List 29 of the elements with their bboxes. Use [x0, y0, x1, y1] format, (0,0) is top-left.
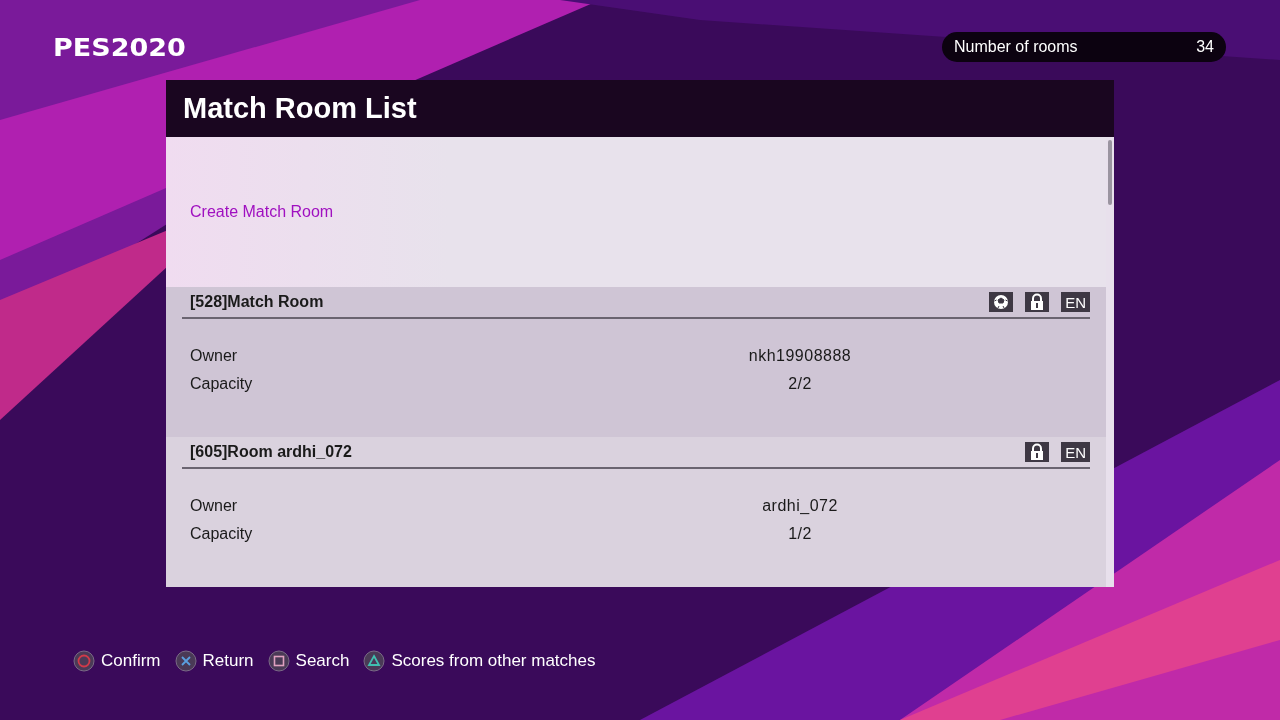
button-hint-label: Confirm	[101, 651, 161, 671]
language-badge: EN	[1061, 292, 1090, 312]
cross-button-icon	[174, 650, 197, 672]
square-button-icon	[267, 650, 290, 672]
room-entry[interactable]: [528]Match Room EN Owner nkh19908888 Capacity 2/2	[166, 287, 1106, 437]
field-value: nkh19908888	[747, 347, 853, 365]
lock-icon	[1025, 442, 1050, 462]
field-label: Owner	[190, 347, 239, 365]
circle-button-icon	[73, 650, 95, 672]
field-label: Capacity	[190, 525, 254, 543]
game-logo: PES2020	[53, 33, 186, 61]
field-value: ardhi_072	[761, 497, 839, 515]
lock-icon	[1025, 292, 1050, 312]
button-hint-label: Scores from other matches	[391, 651, 596, 671]
panel-title: Match Room List	[166, 80, 1114, 137]
room-entry[interactable]: [605]Room ardhi_072 EN Owner ardhi_072 Capacity 1/2	[166, 437, 1106, 587]
button-hint-label: Search	[295, 651, 350, 671]
field-value: 2/2	[787, 375, 813, 393]
scrollbar[interactable]	[1108, 140, 1112, 205]
room-count-label: Number of rooms	[954, 38, 1078, 56]
room-name: [528]Match Room	[190, 293, 324, 311]
button-hint-label: Return	[202, 651, 254, 671]
language-badge: EN	[1061, 442, 1090, 462]
field-label: Owner	[190, 497, 239, 515]
field-value: 1/2	[787, 525, 813, 543]
room-count-value: 34	[1196, 38, 1214, 56]
triangle-button-icon	[363, 650, 386, 672]
field-label: Capacity	[190, 375, 254, 393]
room-name: [605]Room ardhi_072	[190, 443, 352, 461]
